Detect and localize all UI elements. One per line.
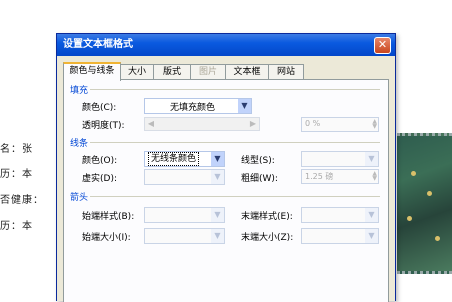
dialog-titlebar[interactable]: 设置文本框格式 ✕ xyxy=(57,34,395,56)
dialog-title: 设置文本框格式 xyxy=(63,39,133,50)
end-style-label: 末端样式(E): xyxy=(241,212,293,222)
end-size-label: 末端大小(Z): xyxy=(241,233,294,243)
weight-label: 粗细(W): xyxy=(241,174,278,184)
doc-text-line-1: 名：张 xyxy=(0,144,33,155)
transparency-value: 0 % xyxy=(305,119,321,128)
fill-color-select[interactable]: 无填充颜色 ▼ xyxy=(144,98,252,114)
line-type-label: 线型(S): xyxy=(241,156,275,166)
fill-color-value: 无填充颜色 xyxy=(170,103,216,113)
transparency-spin[interactable]: 0 % ▲ ▼ xyxy=(301,117,379,132)
tab-colors-lines[interactable]: 颜色与线条 xyxy=(63,62,121,81)
begin-style-label: 始端样式(B): xyxy=(82,212,135,222)
line-color-label: 颜色(O): xyxy=(82,156,118,166)
transparency-label: 透明度(T): xyxy=(82,121,125,131)
background-photo xyxy=(397,133,452,274)
chevron-down-icon[interactable]: ▼ xyxy=(238,99,251,113)
line-type-select: ▼ xyxy=(301,151,379,167)
transparency-slider[interactable]: ◀ ▶ xyxy=(144,117,260,131)
tab-layout[interactable]: 版式 xyxy=(153,64,191,79)
chevron-down-icon: ▼ xyxy=(365,208,378,222)
tab-website[interactable]: 网站 xyxy=(268,64,304,79)
begin-style-select: ▼ xyxy=(144,207,225,223)
tab-size[interactable]: 大小 xyxy=(120,64,154,79)
spin-arrows-icon[interactable]: ▲ ▼ xyxy=(372,119,377,130)
dash-label: 虚实(D): xyxy=(82,174,117,184)
format-textbox-dialog: 设置文本框格式 ✕ 颜色与线条 大小 版式 图片 文本框 网站 填充 颜色(C)… xyxy=(56,33,396,302)
chevron-down-icon: ▼ xyxy=(211,229,224,243)
slider-right-icon[interactable]: ▶ xyxy=(247,118,259,130)
divider xyxy=(90,142,380,143)
weight-value: 1.25 磅 xyxy=(305,172,334,181)
arrows-section-label: 箭头 xyxy=(70,193,89,203)
doc-text-line-3: 否健康： xyxy=(0,195,44,206)
spin-arrows-icon: ▲ ▼ xyxy=(372,170,377,182)
tab-picture: 图片 xyxy=(190,64,226,79)
doc-text-line-2: 历：本 xyxy=(0,169,33,180)
begin-size-label: 始端大小(I): xyxy=(82,233,131,243)
fill-section-label: 填充 xyxy=(70,86,89,96)
colors-lines-panel: 填充 颜色(C): 无填充颜色 ▼ 透明度(T): ◀ ▶ 0 % ▲ ▼ 线条 … xyxy=(63,79,389,302)
close-icon[interactable]: ✕ xyxy=(374,37,391,54)
weight-spin: 1.25 磅 ▲ ▼ xyxy=(301,169,379,184)
divider xyxy=(90,196,380,197)
slider-left-icon[interactable]: ◀ xyxy=(145,118,157,130)
tab-textbox[interactable]: 文本框 xyxy=(225,64,269,79)
chevron-down-icon: ▼ xyxy=(365,229,378,243)
chevron-down-icon: ▼ xyxy=(211,170,224,184)
end-size-select: ▼ xyxy=(301,228,379,244)
line-color-value: 无线条颜色 xyxy=(148,152,200,166)
doc-text-line-4: 历：本 xyxy=(0,221,33,232)
end-style-select: ▼ xyxy=(301,207,379,223)
chevron-down-icon[interactable]: ▼ xyxy=(211,152,224,166)
line-color-select[interactable]: 无线条颜色 ▼ xyxy=(144,151,225,167)
chevron-down-icon: ▼ xyxy=(211,208,224,222)
fill-color-label: 颜色(C): xyxy=(82,103,117,113)
line-section-label: 线条 xyxy=(70,139,89,149)
divider xyxy=(90,89,380,90)
chevron-down-icon: ▼ xyxy=(365,152,378,166)
begin-size-select: ▼ xyxy=(144,228,225,244)
dash-select: ▼ xyxy=(144,169,225,185)
